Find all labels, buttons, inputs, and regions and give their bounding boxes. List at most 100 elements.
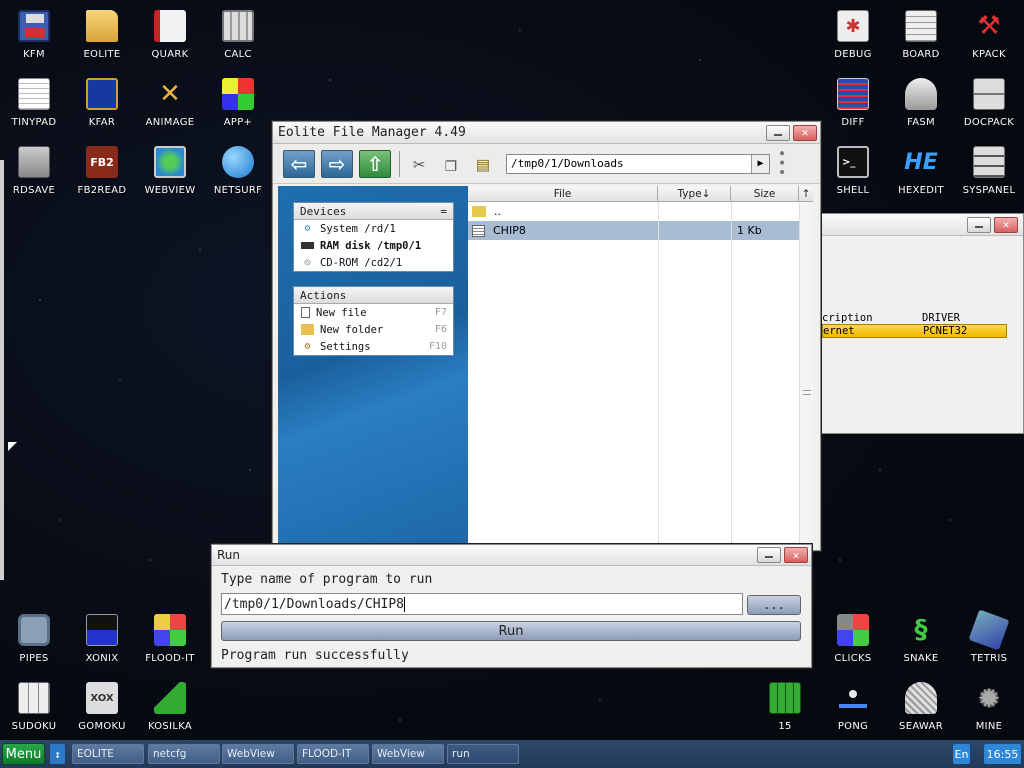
desktop-icon-quark[interactable]: QUARK [138, 0, 202, 60]
desktop-icon-rdsave[interactable]: RDSAVE [2, 136, 66, 196]
column-size[interactable]: Size [731, 186, 799, 201]
file-icon [472, 224, 485, 237]
file-manager-titlebar[interactable]: Eolite File Manager 4.49 ✕ [273, 122, 820, 144]
offscreen-window-edge [0, 160, 4, 580]
tetris-icon [968, 609, 1010, 651]
task-run[interactable]: run [447, 744, 519, 764]
desktop-icon-mine[interactable]: ✹ MINE [957, 672, 1021, 732]
desktop-icon-sudoku[interactable]: SUDOKU [2, 672, 66, 732]
icon-label: ANIMAGE [145, 117, 195, 128]
task-netcfg[interactable]: netcfg [148, 744, 220, 764]
desktop-icon-webview[interactable]: WEBVIEW [138, 136, 202, 196]
desktop-icon-clicks[interactable]: CLICKS [821, 604, 885, 664]
sliders-icon [973, 146, 1005, 178]
path-input[interactable]: /tmp0/1/Downloads ▶ [506, 153, 770, 174]
desktop-icon-diff[interactable]: DIFF [821, 68, 885, 128]
taskbar: Menu ↕ EOLITE netcfg WebView FLOOD-IT We… [0, 740, 1024, 768]
program-path-input[interactable]: /tmp0/1/Downloads/CHIP8 [221, 593, 743, 615]
action-new-file[interactable]: New file F7 [294, 304, 453, 321]
desktop-icon-eolite[interactable]: EOLITE [70, 0, 134, 60]
desktop-icon-pong[interactable]: PONG [821, 672, 885, 732]
close-button[interactable]: ✕ [994, 216, 1018, 233]
toolbar-separator [399, 150, 400, 177]
desktop-icon-fasm[interactable]: FASM [889, 68, 953, 128]
device-item-cdrom[interactable]: ◎ CD-ROM /cd2/1 [294, 254, 453, 271]
desktop-icon-kpack[interactable]: ⚒ KPACK [957, 0, 1021, 60]
up-button[interactable]: ⇧ [359, 149, 391, 178]
xonix-icon [86, 614, 118, 646]
icon-label: WEBVIEW [144, 185, 196, 196]
column-type[interactable]: Type↓ [658, 186, 731, 201]
desktop-icon-kosilka[interactable]: KOSILKA [138, 672, 202, 732]
icon-label: KFAR [88, 117, 116, 128]
desktop-icon-animage[interactable]: ✕ ANIMAGE [138, 68, 202, 128]
cut-icon[interactable]: ✂ [406, 150, 432, 178]
file-list: File Type↓ Size ↑ .. CHIP8 1 Kb [468, 186, 813, 548]
desktop-icon-kfar[interactable]: KFAR [70, 68, 134, 128]
desktop-icon-fb2read[interactable]: FB2 FB2READ [70, 136, 134, 196]
close-button[interactable]: ✕ [784, 547, 808, 563]
mouse-cursor-icon [8, 442, 17, 451]
swap-panels-button[interactable]: ↕ [50, 744, 65, 764]
desktop-icon-floodit[interactable]: FLOOD-IT [138, 604, 202, 664]
minimize-button[interactable] [766, 124, 790, 141]
desktop-icon-gomoku[interactable]: XOX GOMOKU [70, 672, 134, 732]
menu-button[interactable]: Menu [2, 743, 45, 765]
desktop-icon-calc[interactable]: CALC [206, 0, 270, 60]
desktop-icon-seawar[interactable]: SEAWAR [889, 672, 953, 732]
desktop-icon-docpack[interactable]: DOCPACK [957, 68, 1021, 128]
desktop-icon-tinypad[interactable]: TINYPAD [2, 68, 66, 128]
clock[interactable]: 16:55 [984, 744, 1021, 764]
desktop-icon-shell[interactable]: >_ SHELL [821, 136, 885, 196]
file-row-parent[interactable]: .. [468, 202, 799, 221]
icon-label: KFM [23, 49, 45, 60]
language-indicator[interactable]: En [953, 744, 970, 764]
desktop-icon-pipes[interactable]: PIPES [2, 604, 66, 664]
desktop-icon-snake[interactable]: § SNAKE [889, 604, 953, 664]
icon-label: FLOOD-IT [145, 653, 195, 664]
desktop-icon-syspanel[interactable]: SYSPANEL [957, 136, 1021, 196]
vertical-scrollbar[interactable] [799, 202, 813, 548]
device-item-ramdisk[interactable]: RAM disk /tmp0/1 [294, 237, 453, 254]
netcfg-titlebar[interactable]: ✕ [822, 214, 1023, 236]
task-webview-1[interactable]: WebView [222, 744, 294, 764]
folder-up-icon [472, 206, 486, 217]
icon-label: KPACK [972, 49, 1006, 60]
paste-icon[interactable]: ▤ [470, 150, 496, 178]
task-eolite[interactable]: EOLITE [72, 744, 144, 764]
icon-label: HEXEDIT [898, 185, 944, 196]
action-settings[interactable]: ⚙ Settings F10 [294, 338, 453, 355]
back-button[interactable]: ⇦ [283, 149, 315, 178]
desktop-icon-appplus[interactable]: APP+ [206, 68, 270, 128]
device-item-system[interactable]: ⚙ System /rd/1 [294, 220, 453, 237]
desktop-icon-kfm[interactable]: KFM [2, 0, 66, 60]
copy-icon[interactable]: ❐ [438, 150, 464, 178]
file-name: CHIP8 [493, 224, 526, 237]
browse-button[interactable]: ... [747, 595, 801, 615]
desktop-icon-hexedit[interactable]: HE HEXEDIT [889, 136, 953, 197]
mine-icon: ✹ [973, 682, 1005, 715]
task-flood-it[interactable]: FLOOD-IT [297, 744, 369, 764]
forward-button[interactable]: ⇨ [321, 149, 353, 178]
desktop-icon-netsurf[interactable]: NETSURF [206, 136, 270, 196]
more-options-icon[interactable]: ••• [773, 149, 789, 177]
netcfg-device-row[interactable]: ernet PCNET32 [822, 324, 1007, 338]
desktop-icon-xonix[interactable]: XONIX [70, 604, 134, 664]
task-webview-2[interactable]: WebView [372, 744, 444, 764]
desktop-icon-15[interactable]: 15 [753, 672, 817, 732]
desktop-icon-tetris[interactable]: TETRIS [957, 604, 1021, 664]
run-button[interactable]: Run [221, 621, 801, 641]
close-button[interactable]: ✕ [793, 124, 817, 141]
desktop-icon-debug[interactable]: ✱ DEBUG [821, 0, 885, 60]
minimize-button[interactable] [757, 547, 781, 563]
column-file[interactable]: File [468, 186, 658, 201]
minimize-button[interactable] [967, 216, 991, 233]
file-row-chip8[interactable]: CHIP8 1 Kb [468, 221, 799, 240]
go-arrow-icon[interactable]: ▶ [751, 154, 769, 173]
devices-header[interactable]: Devices = [294, 203, 453, 220]
run-titlebar[interactable]: Run ✕ [212, 545, 811, 566]
desktop-icon-board[interactable]: BOARD [889, 0, 953, 60]
sort-up-icon[interactable]: ↑ [799, 186, 813, 201]
devices-toggle-icon[interactable]: = [440, 205, 447, 218]
action-new-folder[interactable]: New folder F6 [294, 321, 453, 338]
